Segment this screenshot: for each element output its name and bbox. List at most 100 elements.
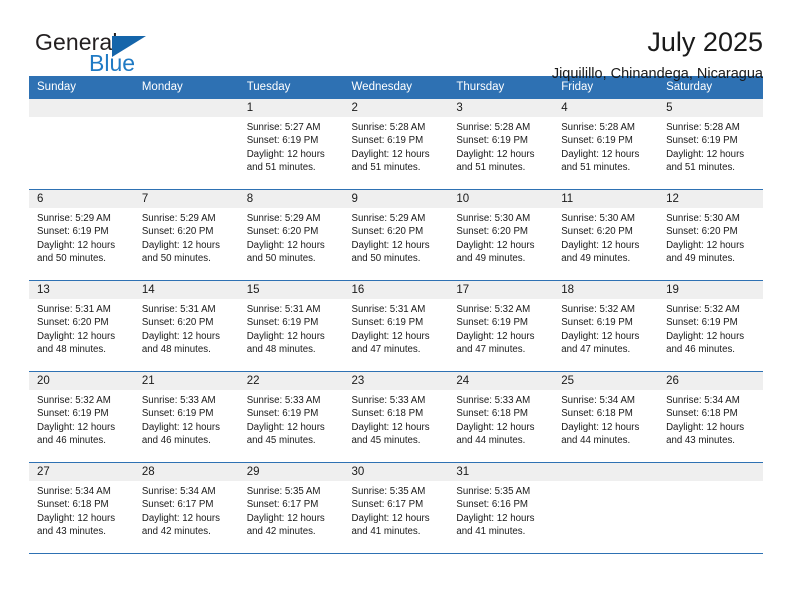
daylight-text: Daylight: 12 hours and 51 minutes. [456, 148, 535, 174]
calendar-day-cell[interactable]: 13 Sunrise: 5:31 AM Sunset: 6:20 PM Dayligh… [29, 281, 134, 372]
sunset-text: Sunset: 6:19 PM [666, 317, 738, 329]
day-cell-inner: 26 Sunrise: 5:34 AM Sunset: 6:18 PM Dayligh… [658, 372, 763, 462]
sunset-text: Sunset: 6:18 PM [37, 499, 109, 511]
daylight-text: Daylight: 12 hours and 45 minutes. [246, 421, 325, 447]
calendar-day-cell[interactable]: 12 Sunrise: 5:30 AM Sunset: 6:20 PM Dayligh… [658, 190, 763, 281]
calendar-day-cell[interactable]: 21 Sunrise: 5:33 AM Sunset: 6:19 PM Dayligh… [133, 372, 239, 463]
day-sun-info: Sunrise: 5:32 AM Sunset: 6:19 PM Daylight:… [29, 390, 134, 448]
sunrise-text: Sunrise: 5:31 AM [141, 304, 216, 315]
calendar-day-cell[interactable]: 9 Sunrise: 5:29 AM Sunset: 6:20 PM Daylight… [343, 190, 449, 281]
day-cell-inner: 23 Sunrise: 5:33 AM Sunset: 6:18 PM Dayligh… [343, 372, 449, 462]
sunrise-text: Sunrise: 5:33 AM [351, 395, 426, 406]
calendar-day-cell[interactable]: 18 Sunrise: 5:32 AM Sunset: 6:19 PM Dayligh… [553, 281, 659, 372]
calendar-day-cell[interactable]: 24 Sunrise: 5:33 AM Sunset: 6:18 PM Dayligh… [448, 372, 554, 463]
calendar-day-cell[interactable]: 1 Sunrise: 5:27 AM Sunset: 6:19 PM Daylight… [238, 99, 344, 190]
page-header: General Blue July 2025 Jiquilillo, China… [29, 0, 763, 82]
calendar-day-cell[interactable]: 15 Sunrise: 5:31 AM Sunset: 6:19 PM Dayligh… [238, 281, 344, 372]
day-number: 1 [238, 99, 344, 117]
sunrise-text: Sunrise: 5:29 AM [37, 213, 111, 224]
day-number: 19 [658, 281, 763, 299]
day-number: 27 [29, 463, 134, 481]
day-number: 21 [133, 372, 239, 390]
calendar-day-cell[interactable]: 19 Sunrise: 5:32 AM Sunset: 6:19 PM Dayligh… [658, 281, 763, 372]
day-number: 5 [658, 99, 763, 117]
daylight-text: Daylight: 12 hours and 43 minutes. [666, 421, 745, 447]
day-number [553, 463, 659, 481]
day-number: 28 [133, 463, 239, 481]
title-block: July 2025 Jiquilillo, Chinandega, Nicara… [552, 26, 763, 84]
day-cell-inner: 21 Sunrise: 5:33 AM Sunset: 6:19 PM Dayligh… [133, 372, 239, 462]
calendar-day-cell[interactable]: 17 Sunrise: 5:32 AM Sunset: 6:19 PM Dayligh… [448, 281, 554, 372]
day-number: 12 [658, 190, 763, 208]
calendar-day-cell[interactable]: 3 Sunrise: 5:28 AM Sunset: 6:19 PM Daylight… [448, 99, 554, 190]
calendar-day-cell[interactable]: 22 Sunrise: 5:33 AM Sunset: 6:19 PM Dayligh… [238, 372, 344, 463]
day-number: 15 [238, 281, 344, 299]
daylight-text: Daylight: 12 hours and 49 minutes. [456, 239, 535, 265]
calendar-day-cell[interactable]: 10 Sunrise: 5:30 AM Sunset: 6:20 PM Dayligh… [448, 190, 554, 281]
calendar-day-cell[interactable]: 5 Sunrise: 5:28 AM Sunset: 6:19 PM Daylight… [658, 99, 763, 190]
daylight-text: Daylight: 12 hours and 51 minutes. [561, 148, 640, 174]
day-sun-info: Sunrise: 5:32 AM Sunset: 6:19 PM Daylight:… [553, 299, 658, 357]
sunrise-text: Sunrise: 5:32 AM [37, 395, 111, 406]
calendar-day-cell[interactable]: 20 Sunrise: 5:32 AM Sunset: 6:19 PM Dayligh… [29, 372, 134, 463]
day-cell-inner [133, 99, 239, 189]
calendar-day-cell[interactable]: 26 Sunrise: 5:34 AM Sunset: 6:18 PM Dayligh… [658, 372, 763, 463]
day-number: 16 [343, 281, 449, 299]
calendar-page: General Blue July 2025 Jiquilillo, China… [0, 0, 792, 612]
day-sun-info: Sunrise: 5:28 AM Sunset: 6:19 PM Daylight:… [553, 117, 658, 175]
daylight-text: Daylight: 12 hours and 48 minutes. [37, 330, 116, 356]
calendar-day-cell[interactable]: 31 Sunrise: 5:35 AM Sunset: 6:16 PM Dayligh… [448, 463, 554, 554]
sunset-text: Sunset: 6:20 PM [141, 317, 214, 329]
sunrise-text: Sunrise: 5:30 AM [456, 213, 531, 224]
calendar-day-cell[interactable]: 16 Sunrise: 5:31 AM Sunset: 6:19 PM Dayligh… [343, 281, 449, 372]
sunset-text: Sunset: 6:19 PM [37, 408, 109, 420]
calendar-day-cell[interactable]: 7 Sunrise: 5:29 AM Sunset: 6:20 PM Daylight… [133, 190, 239, 281]
day-sun-info: Sunrise: 5:29 AM Sunset: 6:20 PM Daylight:… [344, 208, 449, 266]
day-sun-info: Sunrise: 5:32 AM Sunset: 6:19 PM Daylight:… [448, 299, 553, 357]
sunset-text: Sunset: 6:16 PM [456, 499, 528, 511]
calendar-day-cell[interactable]: 28 Sunrise: 5:34 AM Sunset: 6:17 PM Dayligh… [133, 463, 239, 554]
calendar-day-cell[interactable]: 25 Sunrise: 5:34 AM Sunset: 6:18 PM Dayligh… [553, 372, 659, 463]
day-cell-inner: 14 Sunrise: 5:31 AM Sunset: 6:20 PM Dayligh… [133, 281, 239, 371]
day-number: 7 [133, 190, 239, 208]
calendar-day-cell[interactable]: 14 Sunrise: 5:31 AM Sunset: 6:20 PM Dayligh… [133, 281, 239, 372]
sunrise-text: Sunrise: 5:29 AM [141, 213, 216, 224]
day-sun-info: Sunrise: 5:30 AM Sunset: 6:20 PM Daylight:… [553, 208, 658, 266]
calendar-body: 1 Sunrise: 5:27 AM Sunset: 6:19 PM Daylight… [29, 99, 763, 554]
sunrise-text: Sunrise: 5:29 AM [246, 213, 321, 224]
sunrise-text: Sunrise: 5:32 AM [456, 304, 531, 315]
sunset-text: Sunset: 6:20 PM [561, 226, 633, 238]
calendar-day-cell[interactable]: 23 Sunrise: 5:33 AM Sunset: 6:18 PM Dayligh… [343, 372, 449, 463]
sunrise-text: Sunrise: 5:33 AM [141, 395, 216, 406]
calendar-week-row: 27 Sunrise: 5:34 AM Sunset: 6:18 PM Dayligh… [29, 463, 763, 554]
daylight-text: Daylight: 12 hours and 50 minutes. [37, 239, 116, 265]
daylight-text: Daylight: 12 hours and 46 minutes. [141, 421, 220, 447]
day-number: 18 [553, 281, 659, 299]
day-sun-info: Sunrise: 5:30 AM Sunset: 6:20 PM Daylight:… [658, 208, 763, 266]
general-blue-logo[interactable]: General Blue [29, 26, 159, 80]
calendar-day-cell[interactable]: 29 Sunrise: 5:35 AM Sunset: 6:17 PM Dayligh… [238, 463, 344, 554]
day-cell-inner: 18 Sunrise: 5:32 AM Sunset: 6:19 PM Dayligh… [553, 281, 659, 371]
calendar-day-cell[interactable]: 4 Sunrise: 5:28 AM Sunset: 6:19 PM Daylight… [553, 99, 659, 190]
day-cell-inner: 2 Sunrise: 5:28 AM Sunset: 6:19 PM Daylight… [343, 99, 449, 189]
calendar-day-cell[interactable]: 27 Sunrise: 5:34 AM Sunset: 6:18 PM Dayligh… [29, 463, 134, 554]
calendar-day-cell[interactable]: 8 Sunrise: 5:29 AM Sunset: 6:20 PM Daylight… [238, 190, 344, 281]
day-number: 23 [343, 372, 449, 390]
calendar-day-cell[interactable]: 11 Sunrise: 5:30 AM Sunset: 6:20 PM Dayligh… [553, 190, 659, 281]
day-cell-inner: 10 Sunrise: 5:30 AM Sunset: 6:20 PM Dayligh… [448, 190, 554, 280]
weekday-header-tuesday: Tuesday [238, 76, 344, 99]
day-sun-info: Sunrise: 5:33 AM Sunset: 6:19 PM Daylight:… [239, 390, 344, 448]
calendar-day-cell[interactable]: 6 Sunrise: 5:29 AM Sunset: 6:19 PM Daylight… [29, 190, 134, 281]
daylight-text: Daylight: 12 hours and 42 minutes. [141, 512, 220, 538]
calendar-day-cell[interactable]: 2 Sunrise: 5:28 AM Sunset: 6:19 PM Daylight… [343, 99, 449, 190]
sunset-text: Sunset: 6:18 PM [666, 408, 738, 420]
daylight-text: Daylight: 12 hours and 50 minutes. [246, 239, 325, 265]
calendar-day-cell[interactable]: 30 Sunrise: 5:35 AM Sunset: 6:17 PM Dayligh… [343, 463, 449, 554]
day-number: 26 [658, 372, 763, 390]
day-number: 24 [448, 372, 554, 390]
day-cell-inner [29, 99, 134, 189]
sunset-text: Sunset: 6:19 PM [351, 317, 424, 329]
sunset-text: Sunset: 6:17 PM [246, 499, 319, 511]
day-cell-inner: 3 Sunrise: 5:28 AM Sunset: 6:19 PM Daylight… [448, 99, 554, 189]
sunset-text: Sunset: 6:20 PM [246, 226, 319, 238]
